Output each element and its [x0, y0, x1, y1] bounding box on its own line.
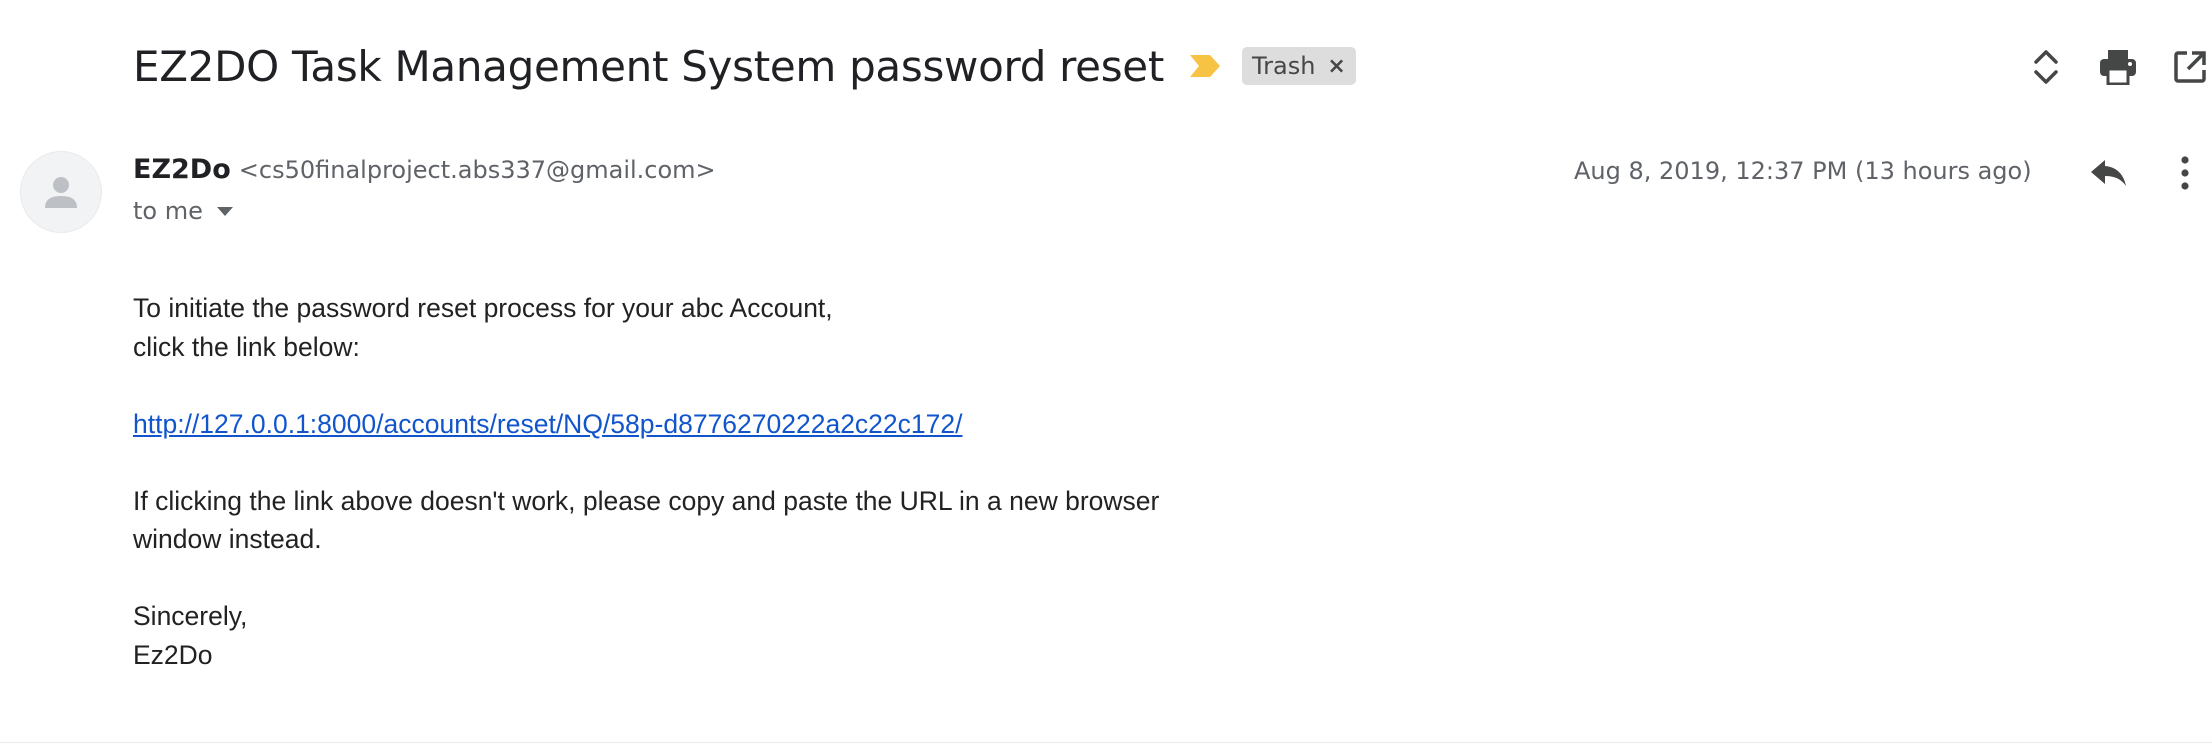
label-chip-text: Trash: [1252, 52, 1316, 80]
recipient-details-toggle[interactable]: to me: [133, 197, 716, 225]
top-actions: [1996, 42, 2212, 92]
body-paragraph: If clicking the link above doesn't work,…: [133, 482, 1159, 559]
reply-button[interactable]: [2084, 150, 2134, 196]
recipient-text: to me: [133, 197, 203, 225]
sender-line: EZ2Do <cs50finalproject.abs337@gmail.com…: [133, 154, 716, 185]
body-line: window instead.: [133, 524, 322, 554]
remove-label-button[interactable]: ×: [1327, 54, 1345, 79]
sender-email: <cs50finalproject.abs337@gmail.com>: [238, 156, 716, 184]
importance-marker-icon[interactable]: [1188, 51, 1222, 81]
body-line: If clicking the link above doesn't work,…: [133, 485, 1160, 516]
sender-name[interactable]: EZ2Do: [133, 154, 231, 185]
caret-down-icon: [216, 206, 233, 216]
body-paragraph: Sincerely, Ez2Do: [133, 597, 1159, 674]
body-line: click the link below:: [133, 331, 360, 362]
signoff: Sincerely,: [133, 601, 248, 631]
email-view: EZ2DO Task Management System password re…: [0, 0, 2212, 744]
reply-icon: [2091, 160, 2126, 186]
email-body: To initiate the password reset process f…: [133, 289, 1159, 713]
email-timestamp: Aug 8, 2019, 12:37 PM (13 hours ago): [1574, 157, 2032, 185]
person-icon: [45, 177, 77, 208]
body-paragraph: http://127.0.0.1:8000/accounts/reset/NQ/…: [133, 405, 1159, 444]
open-in-new-window-button[interactable]: [2168, 42, 2212, 92]
expand-collapse-button[interactable]: [2024, 42, 2068, 92]
unfold-icon: [2034, 50, 2058, 84]
signature: Ez2Do: [133, 639, 213, 670]
body-line: To initiate the password reset process f…: [133, 293, 833, 323]
subject-row: EZ2DO Task Management System password re…: [133, 38, 1356, 94]
label-chip-trash[interactable]: Trash ×: [1242, 47, 1356, 85]
print-button[interactable]: [2096, 42, 2140, 92]
password-reset-link[interactable]: http://127.0.0.1:8000/accounts/reset/NQ/…: [133, 409, 962, 439]
print-icon: [2100, 50, 2136, 85]
more-options-button[interactable]: [2165, 150, 2205, 196]
divider: [0, 742, 2212, 743]
email-subject: EZ2DO Task Management System password re…: [133, 41, 1164, 91]
sender-avatar[interactable]: [20, 151, 102, 233]
body-paragraph: To initiate the password reset process f…: [133, 289, 1159, 366]
open-in-new-icon: [2174, 51, 2206, 83]
sender-block: EZ2Do <cs50finalproject.abs337@gmail.com…: [133, 154, 716, 225]
more-vert-icon: [2181, 156, 2189, 190]
